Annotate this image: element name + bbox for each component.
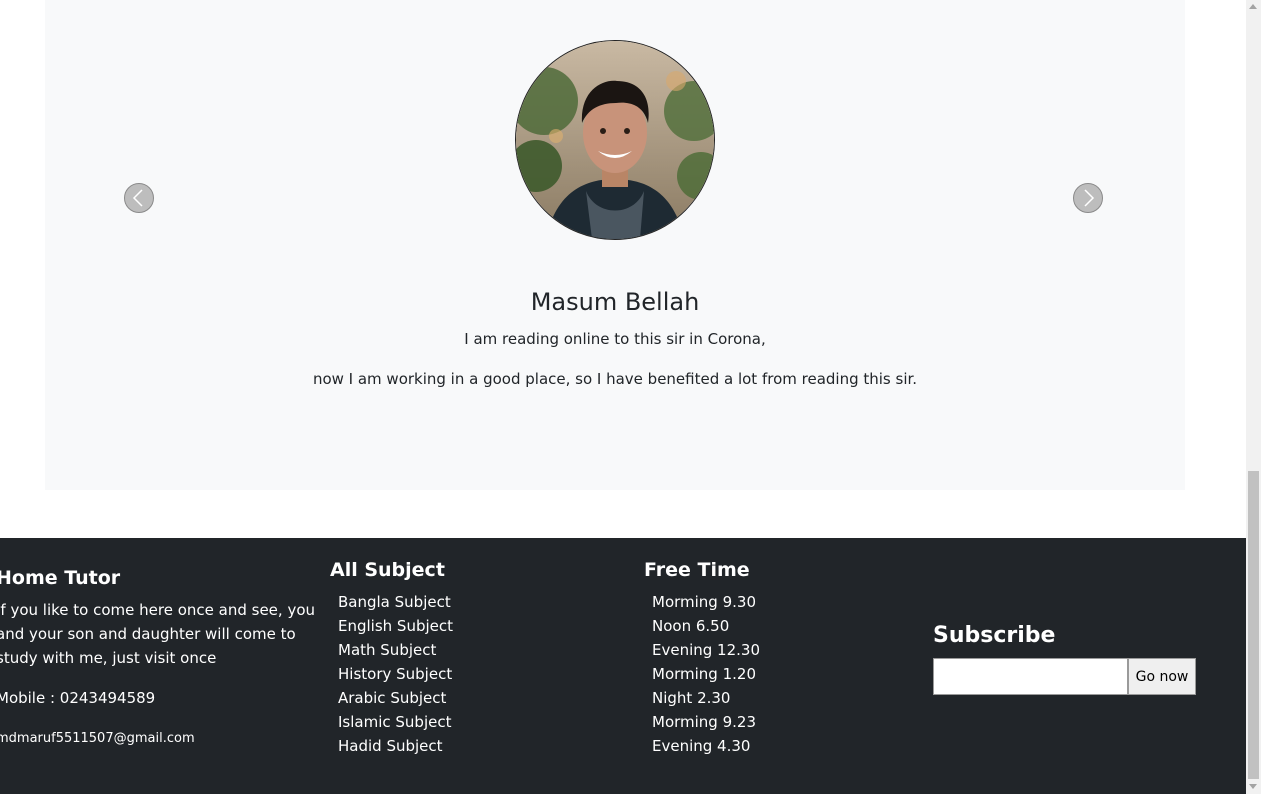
free-time-item: Morming 9.23 [652,713,756,731]
chevron-right-icon [1084,189,1095,207]
chevron-left-icon [132,189,143,207]
subject-link-hadid[interactable]: Hadid Subject [338,734,453,758]
carousel-next-button[interactable] [1073,183,1103,213]
testimonial-carousel: Masum Bellah I am reading online to this… [45,0,1185,490]
free-time-item: Evening 12.30 [652,641,760,659]
testimonial-avatar [515,40,715,240]
scroll-down-icon[interactable] [1249,784,1257,789]
subject-link-history[interactable]: History Subject [338,662,453,686]
footer-about-text-2: and your son and daughter will come to [0,625,296,643]
footer-about-title: Home Tutor [0,567,121,589]
footer-subjects-title: All Subject [330,559,445,581]
footer-about-text-1: If you like to come here once and see, y… [0,601,315,619]
page: Masum Bellah I am reading online to this… [0,0,1246,794]
free-time-item: Night 2.30 [652,689,731,707]
footer-free-time-list: Morming 9.30 Noon 6.50 Evening 12.30 Mor… [652,590,760,758]
footer-free-time-title: Free Time [644,559,750,581]
scrollbar-thumb[interactable] [1248,471,1259,779]
testimonial-name: Masum Bellah [530,288,700,316]
footer-mobile: Mobile : 0243494589 [0,689,156,707]
testimonial-text-line-2: now I am working in a good place, so I h… [312,370,918,388]
footer-subjects-list: Bangla Subject English Subject Math Subj… [338,590,453,758]
scroll-up-icon[interactable] [1249,4,1257,9]
free-time-item: Noon 6.50 [652,617,730,635]
subject-link-math[interactable]: Math Subject [338,638,453,662]
footer-subscribe-title: Subscribe [933,623,1056,648]
free-time-item: Morming 1.20 [652,665,756,683]
page-scrollbar[interactable] [1246,0,1261,794]
subject-link-islamic[interactable]: Islamic Subject [338,710,453,734]
subscribe-button[interactable]: Go now [1128,658,1196,695]
testimonial-text-line-1: I am reading online to this sir in Coron… [464,330,766,348]
free-time-item: Morming 9.30 [652,593,756,611]
carousel-prev-button[interactable] [124,183,154,213]
footer: Home Tutor If you like to come here once… [0,538,1246,794]
footer-about-text-3: study with me, just visit once [0,649,217,667]
free-time-item: Evening 4.30 [652,737,751,755]
subject-link-arabic[interactable]: Arabic Subject [338,686,453,710]
subscribe-email-input[interactable] [933,658,1128,695]
footer-email: mdmaruf5511507@gmail.com [0,731,195,746]
subject-link-english[interactable]: English Subject [338,614,453,638]
subject-link-bangla[interactable]: Bangla Subject [338,590,453,614]
